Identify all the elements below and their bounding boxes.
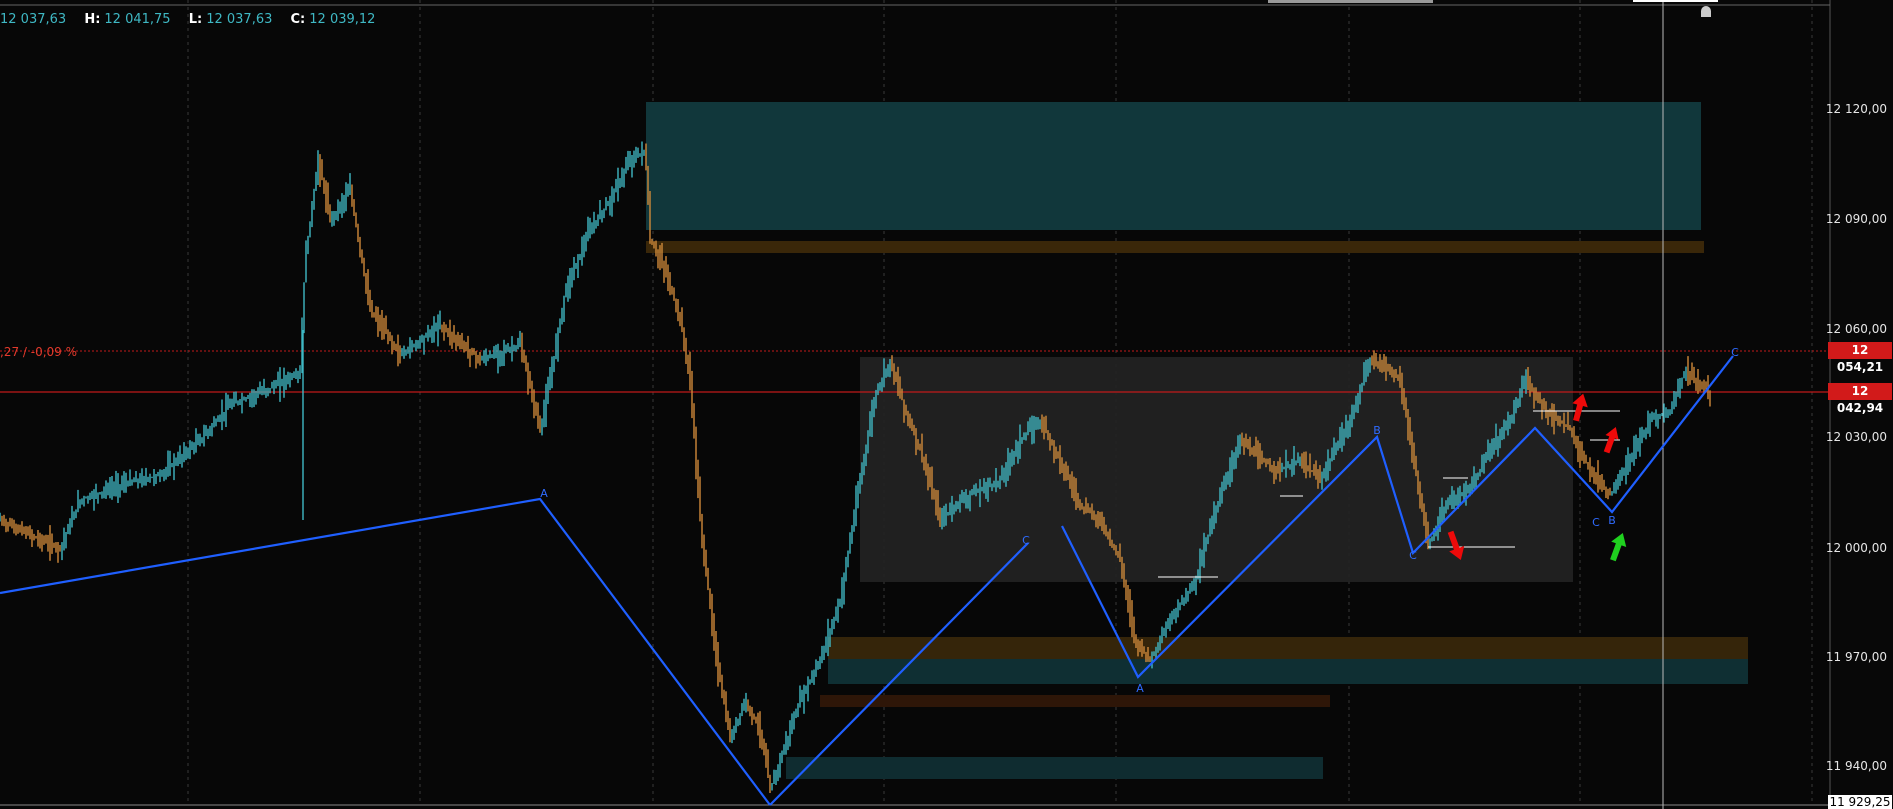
price-chart-canvas[interactable]: ACACBC BC [0, 0, 1893, 809]
price-axis-label: 12 120,00 [1825, 102, 1887, 116]
price-axis-label: 11 940,00 [1825, 759, 1887, 773]
demand-zone-dark[interactable] [820, 695, 1330, 707]
low-label: L: [188, 12, 203, 27]
wave-label: C [1731, 346, 1739, 359]
price-axis-label: 12 000,00 [1825, 541, 1887, 555]
wave-label: A [540, 487, 548, 500]
price-axis-label: 12 030,00 [1825, 430, 1887, 444]
demand-zone-brown[interactable] [828, 637, 1748, 659]
open-value: 12 037,63 [0, 12, 67, 27]
wave-label: A [1136, 682, 1144, 695]
trading-chart-window: { "instrument_bar": { "open_label": "O:"… [0, 0, 1893, 809]
wave-label: B [1373, 424, 1381, 437]
range-box[interactable] [860, 357, 1573, 582]
scroll-indicator[interactable] [1633, 0, 1718, 2]
wave-label: C [1409, 549, 1417, 562]
price-axis-label: 12 090,00 [1825, 212, 1887, 226]
change-percent-label: ,27 / -0,09 % [0, 345, 78, 359]
supply-zone-teal[interactable] [646, 102, 1701, 230]
last-price-tag: 12 042,94 [1828, 383, 1892, 415]
wave-label: C [1592, 516, 1600, 529]
close-label: C: [290, 12, 306, 27]
demand-zone-teal[interactable] [828, 659, 1748, 684]
bottom-price-tag: 11 929,25 [1828, 795, 1892, 809]
low-value: 12 037,63 [206, 12, 273, 27]
close-value: 12 039,12 [309, 12, 376, 27]
supply-zone-brown[interactable] [646, 241, 1704, 253]
price-axis-label: 11 970,00 [1825, 650, 1887, 664]
high-label: H: [84, 12, 101, 27]
wave-label: C [1022, 534, 1030, 547]
crosshair-marker-icon[interactable] [1699, 4, 1713, 18]
ohlc-info-bar: 12 037,63 H: 12 041,75 L: 12 037,63 C: 12 0… [0, 12, 375, 27]
prev-close-price-tag: 12 054,21 [1828, 342, 1892, 374]
high-value: 12 041,75 [104, 12, 171, 27]
time-range-selector[interactable] [1268, 0, 1433, 3]
wave-label: B [1608, 514, 1616, 527]
demand-zone-low[interactable] [786, 757, 1323, 779]
price-axis-label: 12 060,00 [1825, 322, 1887, 336]
